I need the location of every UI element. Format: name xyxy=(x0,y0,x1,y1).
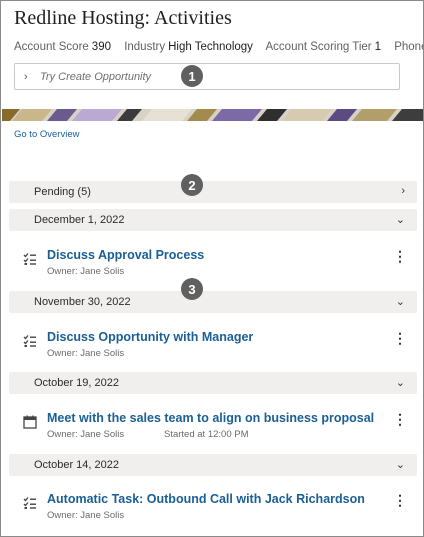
task-list-icon xyxy=(23,497,36,509)
callout-badge-3: 3 xyxy=(181,278,203,300)
activity-title-link[interactable]: Discuss Approval Process xyxy=(47,248,204,262)
more-actions-icon[interactable]: ⋮ xyxy=(393,249,407,263)
activity-title-link[interactable]: Meet with the sales team to align on bus… xyxy=(47,411,374,425)
chevron-right-icon: › xyxy=(401,185,405,197)
action-search-input[interactable]: › Try Create Opportunity xyxy=(14,63,400,90)
date-group-label: October 19, 2022 xyxy=(34,377,120,389)
industry-value: High Technology xyxy=(168,41,253,53)
go-to-overview-link[interactable]: Go to Overview xyxy=(14,129,79,140)
account-meta-strip: Account Score 390 Industry High Technology… xyxy=(14,41,423,53)
pending-label: Pending (5) xyxy=(34,186,91,198)
task-list-icon xyxy=(23,335,36,347)
activity-title-link[interactable]: Automatic Task: Outbound Call with Jack … xyxy=(47,492,365,506)
scoring-tier-label: Account Scoring Tier xyxy=(265,41,372,53)
industry-label: Industry xyxy=(124,41,166,53)
task-list-icon xyxy=(23,253,36,265)
activity-item[interactable]: Meet with the sales team to align on bus… xyxy=(9,406,417,454)
decorative-banner xyxy=(2,109,423,121)
phone-label: Phone xyxy=(394,41,423,53)
calendar-icon xyxy=(23,415,37,429)
date-group-bar[interactable]: October 19, 2022 ⌄ xyxy=(9,372,417,394)
more-actions-icon[interactable]: ⋮ xyxy=(393,493,407,507)
chevron-down-icon: ⌄ xyxy=(395,214,405,226)
activity-owner: Owner: Jane Solis xyxy=(47,348,125,359)
pending-section-bar[interactable]: Pending (5) › xyxy=(9,181,417,203)
chevron-down-icon: ⌄ xyxy=(395,296,405,308)
date-group-label: October 14, 2022 xyxy=(34,459,120,471)
callout-badge-1: 1 xyxy=(181,65,203,87)
activity-title-link[interactable]: Discuss Opportunity with Manager xyxy=(47,330,253,344)
activity-item[interactable]: Discuss Approval Process Owner: Jane Sol… xyxy=(9,243,417,291)
activity-item[interactable]: Automatic Task: Outbound Call with Jack … xyxy=(9,487,417,535)
search-placeholder: Try Create Opportunity xyxy=(40,70,152,83)
activity-owner: Owner: Jane Solis xyxy=(47,510,125,521)
activity-item[interactable]: Discuss Opportunity with Manager Owner: … xyxy=(9,325,417,373)
chevron-down-icon: ⌄ xyxy=(395,377,405,389)
activity-owner: Owner: Jane Solis xyxy=(47,429,125,440)
activity-start-time: Started at 12:00 PM xyxy=(164,429,249,440)
callout-badge-2: 2 xyxy=(181,174,203,196)
page-title: Redline Hosting: Activities xyxy=(14,7,232,29)
chevron-right-icon: › xyxy=(24,70,28,83)
date-group-bar[interactable]: December 1, 2022 ⌄ xyxy=(9,209,417,231)
activity-owner: Owner: Jane Solis xyxy=(47,266,125,277)
date-group-bar[interactable]: November 30, 2022 ⌄ xyxy=(9,291,417,313)
more-actions-icon[interactable]: ⋮ xyxy=(393,331,407,345)
date-group-label: November 30, 2022 xyxy=(34,296,131,308)
more-actions-icon[interactable]: ⋮ xyxy=(393,412,407,426)
date-group-label: December 1, 2022 xyxy=(34,214,125,226)
activities-page: Redline Hosting: Activities Account Scor… xyxy=(0,0,424,537)
date-group-bar[interactable]: October 14, 2022 ⌄ xyxy=(9,454,417,476)
account-score-value: 390 xyxy=(91,41,111,53)
chevron-down-icon: ⌄ xyxy=(395,459,405,471)
scoring-tier-value: 1 xyxy=(374,41,382,53)
account-score-label: Account Score xyxy=(14,41,89,53)
